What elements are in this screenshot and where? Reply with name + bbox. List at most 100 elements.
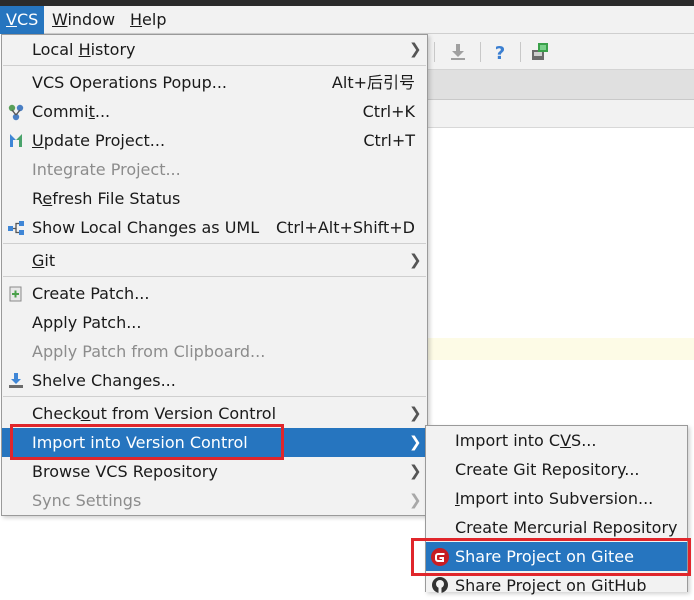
import-svn-label: Import into Subversion... xyxy=(455,484,653,513)
commit-label: Commit... xyxy=(32,97,110,126)
commit-shortcut: Ctrl+K xyxy=(362,102,415,121)
menu-item-commit[interactable]: Commit... Ctrl+K xyxy=(2,97,427,126)
create-patch-icon xyxy=(9,286,22,302)
menu-item-checkout-from-vc[interactable]: Checkout from Version Control ❯ xyxy=(2,399,427,428)
update-project-icon xyxy=(10,134,22,147)
show-local-changes-uml-label: Show Local Changes as UML xyxy=(32,218,260,237)
create-git-repo-label: Create Git Repository... xyxy=(455,460,640,479)
sync-settings-label: Sync Settings xyxy=(32,491,142,510)
gitee-logo-icon xyxy=(431,548,449,566)
label-part: pdate Project... xyxy=(43,131,166,150)
menu-item-apply-patch[interactable]: Apply Patch... xyxy=(2,308,427,337)
label-part: R xyxy=(32,189,43,208)
submenu-item-create-git-repo[interactable]: Create Git Repository... xyxy=(426,455,687,484)
menu-window-mnemonic: W xyxy=(52,10,68,29)
submenu-arrow-icon: ❯ xyxy=(409,491,422,509)
import-vc-submenu: Import into CVS... Create Git Repository… xyxy=(425,425,688,595)
help-icon[interactable]: ? xyxy=(490,42,510,62)
submenu-item-create-mercurial-repo[interactable]: Create Mercurial Repository xyxy=(426,513,687,542)
submenu-arrow-icon: ❯ xyxy=(409,40,422,58)
menu-vcs-label: CS xyxy=(16,10,39,29)
update-project-label: Update Project... xyxy=(32,126,165,155)
sdk-icon[interactable] xyxy=(530,42,550,62)
menu-item-apply-patch-clipboard: Apply Patch from Clipboard... xyxy=(2,337,427,366)
label-part: fresh File Status xyxy=(52,189,181,208)
label-part: S... xyxy=(571,431,597,450)
mnemonic: H xyxy=(78,40,91,59)
ide-sub-bar xyxy=(428,100,694,128)
mnemonic: o xyxy=(80,404,91,423)
menu-item-sync-settings: Sync Settings ❯ xyxy=(2,486,427,515)
label-part: ... xyxy=(94,102,111,121)
menu-item-vcs-operations-popup[interactable]: VCS Operations Popup... Alt+后引号 xyxy=(2,68,427,97)
git-label: Git xyxy=(32,246,55,275)
menu-item-create-patch[interactable]: Create Patch... xyxy=(2,279,427,308)
label-part: it xyxy=(44,251,56,270)
import-into-vc-label: Import into Version Control xyxy=(32,433,248,452)
label-part: istory xyxy=(90,40,136,59)
shelve-changes-label: Shelve Changes... xyxy=(32,371,176,390)
menu-item-integrate-project: Integrate Project... xyxy=(2,155,427,184)
label-part: Check xyxy=(32,404,81,423)
menu-item-import-into-vc[interactable]: Import into Version Control ❯ xyxy=(2,428,427,457)
shelve-changes-icon xyxy=(9,373,23,388)
browse-vcs-repo-label: Browse VCS Repository xyxy=(32,462,218,481)
menu-item-show-local-changes-uml[interactable]: Show Local Changes as UML Ctrl+Alt+Shift… xyxy=(2,213,427,242)
submenu-arrow-icon: ❯ xyxy=(409,433,422,451)
uml-diagram-icon xyxy=(8,221,24,235)
create-patch-label: Create Patch... xyxy=(32,284,150,303)
toolbar-separator xyxy=(520,42,521,62)
menu-separator xyxy=(3,396,426,397)
ide-tab-strip xyxy=(428,70,694,100)
toolbar-separator xyxy=(480,42,481,62)
update-project-shortcut: Ctrl+T xyxy=(363,131,415,150)
label-part: mport into Subversion... xyxy=(459,489,654,508)
download-icon[interactable] xyxy=(448,42,468,62)
github-logo-icon xyxy=(432,577,448,593)
integrate-project-label: Integrate Project... xyxy=(32,160,181,179)
submenu-item-import-cvs[interactable]: Import into CVS... xyxy=(426,426,687,455)
menu-vcs[interactable]: VCS xyxy=(0,6,45,34)
apply-patch-clipboard-label: Apply Patch from Clipboard... xyxy=(32,342,266,361)
ide-toolbar: ? xyxy=(428,34,694,70)
menu-separator xyxy=(3,65,426,66)
menu-window[interactable]: Window xyxy=(46,6,121,34)
menu-help-mnemonic: H xyxy=(130,10,143,29)
menu-help[interactable]: Help xyxy=(124,6,172,34)
menu-item-local-history[interactable]: Local History ❯ xyxy=(2,35,427,64)
toolbar-separator xyxy=(434,42,435,62)
import-cvs-label: Import into CVS... xyxy=(455,426,596,455)
label-part: ut from Version Control xyxy=(90,404,277,423)
vcs-menu: Local History ❯ VCS Operations Popup... … xyxy=(1,34,428,516)
refresh-file-status-label: Refresh File Status xyxy=(32,184,180,213)
menu-window-label: indow xyxy=(67,10,116,29)
vcs-operations-shortcut: Alt+后引号 xyxy=(331,73,415,92)
submenu-item-share-gitee[interactable]: Share Project on Gitee xyxy=(426,542,687,571)
submenu-item-share-github[interactable]: Share Project on GitHub xyxy=(426,571,687,600)
vcs-operations-label: VCS Operations Popup... xyxy=(32,73,227,92)
menu-bar: VCS Window Help xyxy=(0,6,694,34)
menu-item-refresh-file-status[interactable]: Refresh File Status xyxy=(2,184,427,213)
menu-item-update-project[interactable]: Update Project... Ctrl+T xyxy=(2,126,427,155)
label-part: Commi xyxy=(32,102,89,121)
mnemonic: e xyxy=(42,189,53,208)
menu-item-shelve-changes[interactable]: Shelve Changes... xyxy=(2,366,427,395)
label-part: Local xyxy=(32,40,79,59)
menu-separator xyxy=(3,243,426,244)
label-part: Import into C xyxy=(455,431,561,450)
checkout-label: Checkout from Version Control xyxy=(32,399,276,428)
mnemonic: U xyxy=(32,131,44,150)
submenu-item-import-svn[interactable]: Import into Subversion... xyxy=(426,484,687,513)
commit-icon xyxy=(8,104,24,121)
mnemonic: V xyxy=(560,431,572,450)
menu-separator xyxy=(3,276,426,277)
submenu-arrow-icon: ❯ xyxy=(409,404,422,422)
menu-item-git[interactable]: Git ❯ xyxy=(2,246,427,275)
share-github-label: Share Project on GitHub xyxy=(455,576,647,595)
apply-patch-label: Apply Patch... xyxy=(32,313,142,332)
local-history-label: Local History xyxy=(32,35,135,64)
current-line-highlight xyxy=(428,338,694,360)
svg-text:?: ? xyxy=(495,43,505,62)
menu-item-browse-vcs-repo[interactable]: Browse VCS Repository ❯ xyxy=(2,457,427,486)
submenu-arrow-icon: ❯ xyxy=(409,251,422,269)
